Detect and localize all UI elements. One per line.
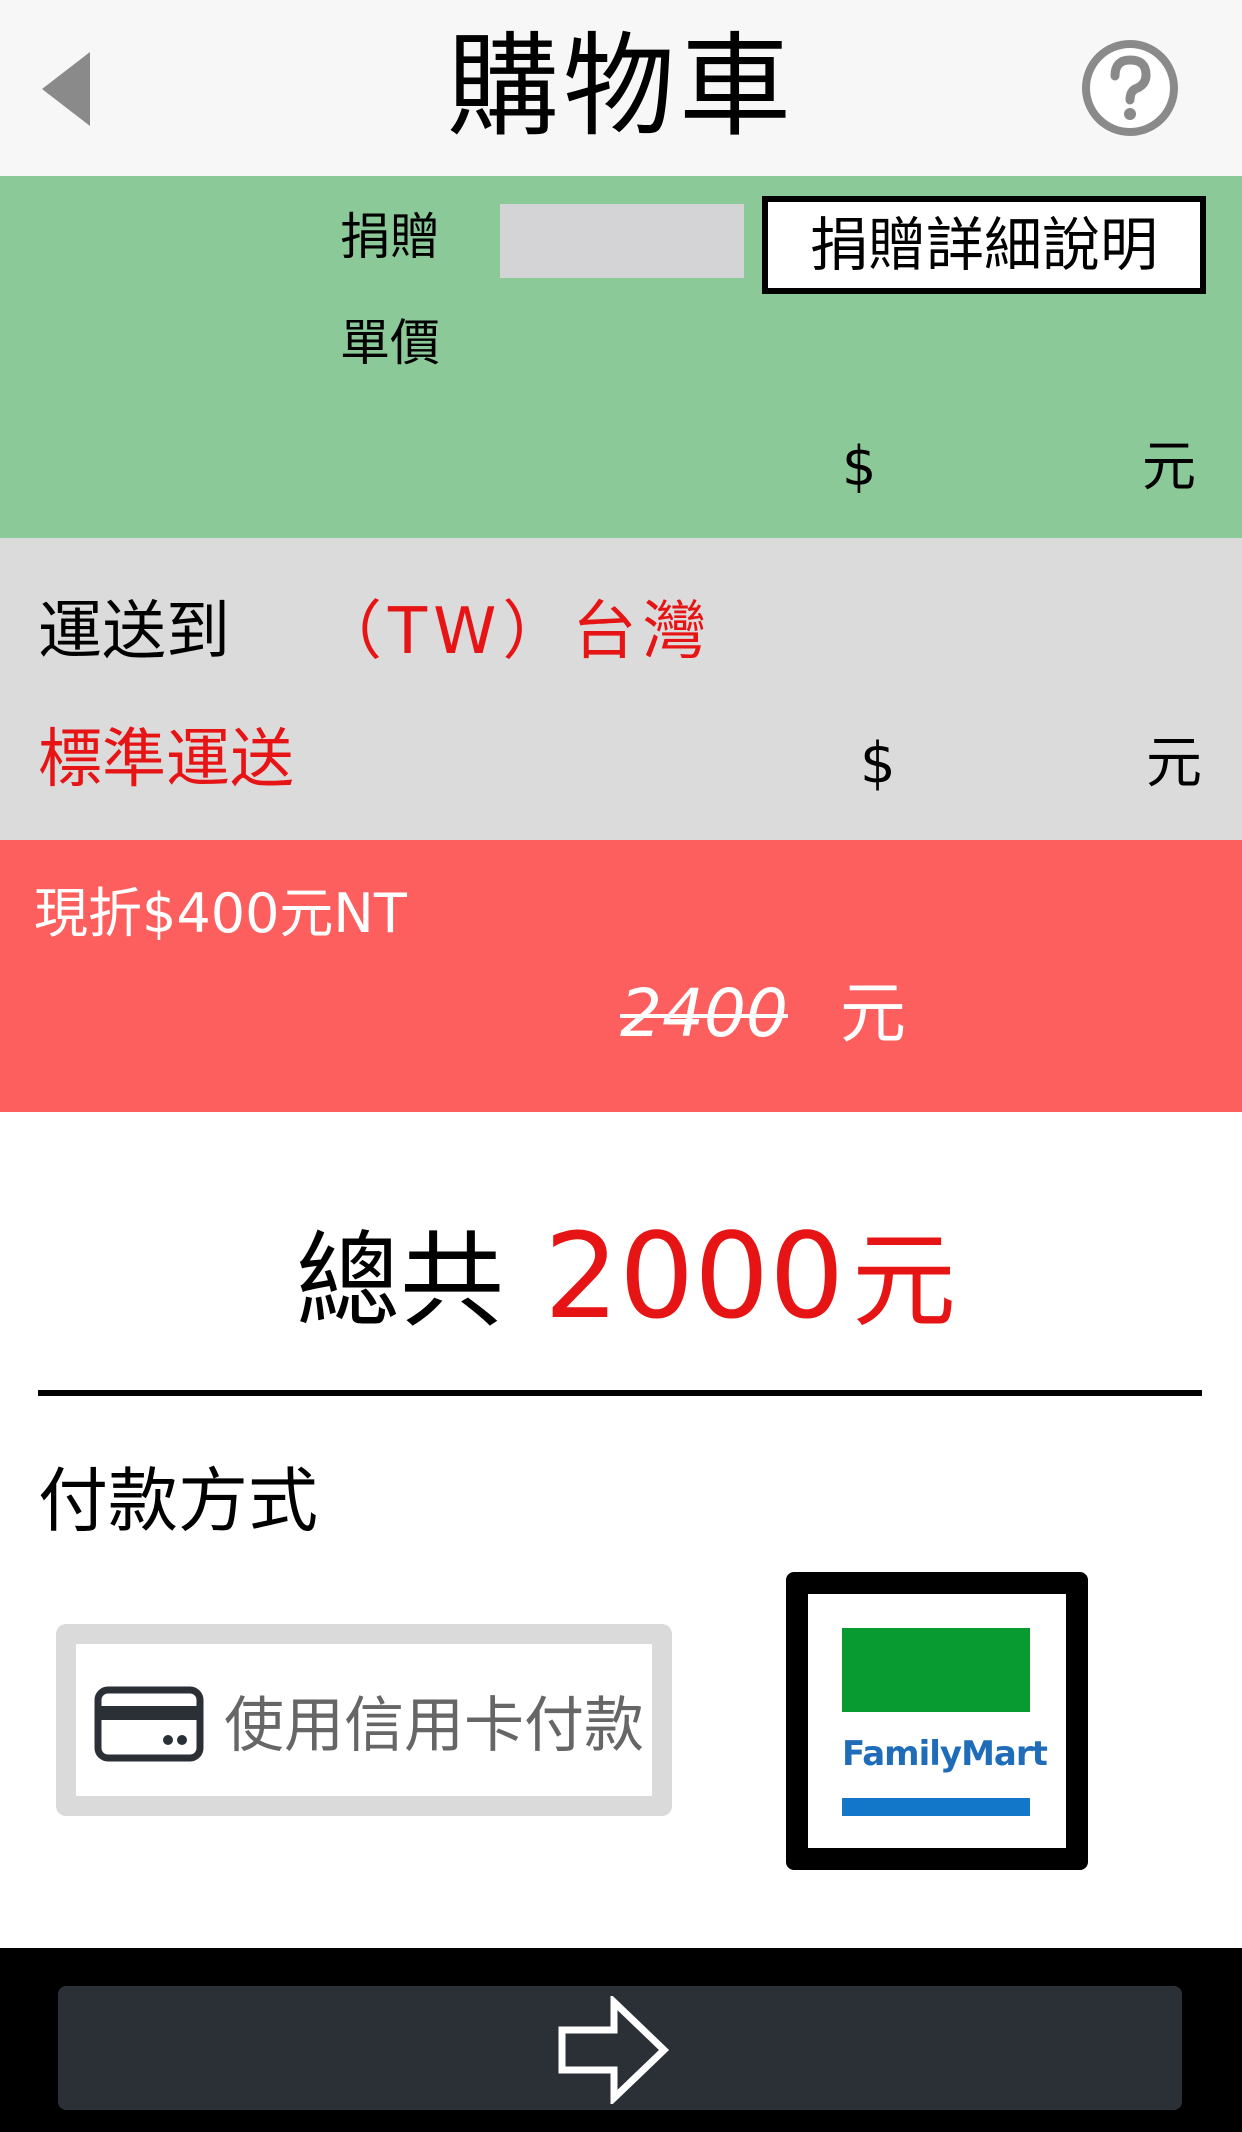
shipping-yuan-unit: 元 [1146, 731, 1202, 796]
original-price-yuan: 元 [840, 975, 906, 1052]
original-price: 2400 [620, 975, 788, 1052]
credit-card-icon [94, 1686, 204, 1762]
payment-method-label: 付款方式 [38, 1460, 318, 1542]
ship-to-label: 運送到 [38, 595, 230, 669]
arrow-right-icon [558, 1996, 670, 2104]
donation-label: 捐贈 [340, 208, 440, 266]
unit-price-label: 單價 [340, 314, 440, 372]
question-circle-icon[interactable] [1080, 38, 1180, 138]
credit-card-pay-label: 使用信用卡付款 [224, 1691, 644, 1761]
ship-country-selector[interactable]: （TW）台灣 [318, 590, 712, 674]
shipping-currency-symbol: $ [860, 731, 896, 796]
donation-amount-input[interactable] [500, 204, 744, 278]
total-divider [38, 1390, 1202, 1396]
donation-yuan-unit: 元 [1142, 435, 1196, 498]
familymart-logo-text: FamilyMart [842, 1734, 1048, 1774]
page-title: 購物車 [447, 22, 795, 152]
total-label: 總共 [296, 1220, 505, 1342]
total-value: 2000 [544, 1207, 845, 1345]
total-yuan-unit: 元 [852, 1220, 957, 1342]
discount-text: 現折$400元NT [34, 882, 407, 945]
familymart-logo-blue-band [842, 1798, 1030, 1816]
familymart-logo-green-band [842, 1628, 1030, 1712]
donation-detail-button[interactable]: 捐贈詳細說明 [762, 196, 1206, 294]
shipping-method-selector[interactable]: 標準運送 [38, 718, 294, 802]
donation-currency-symbol: $ [842, 435, 877, 498]
familymart-pay-button[interactable] [786, 1572, 1088, 1870]
